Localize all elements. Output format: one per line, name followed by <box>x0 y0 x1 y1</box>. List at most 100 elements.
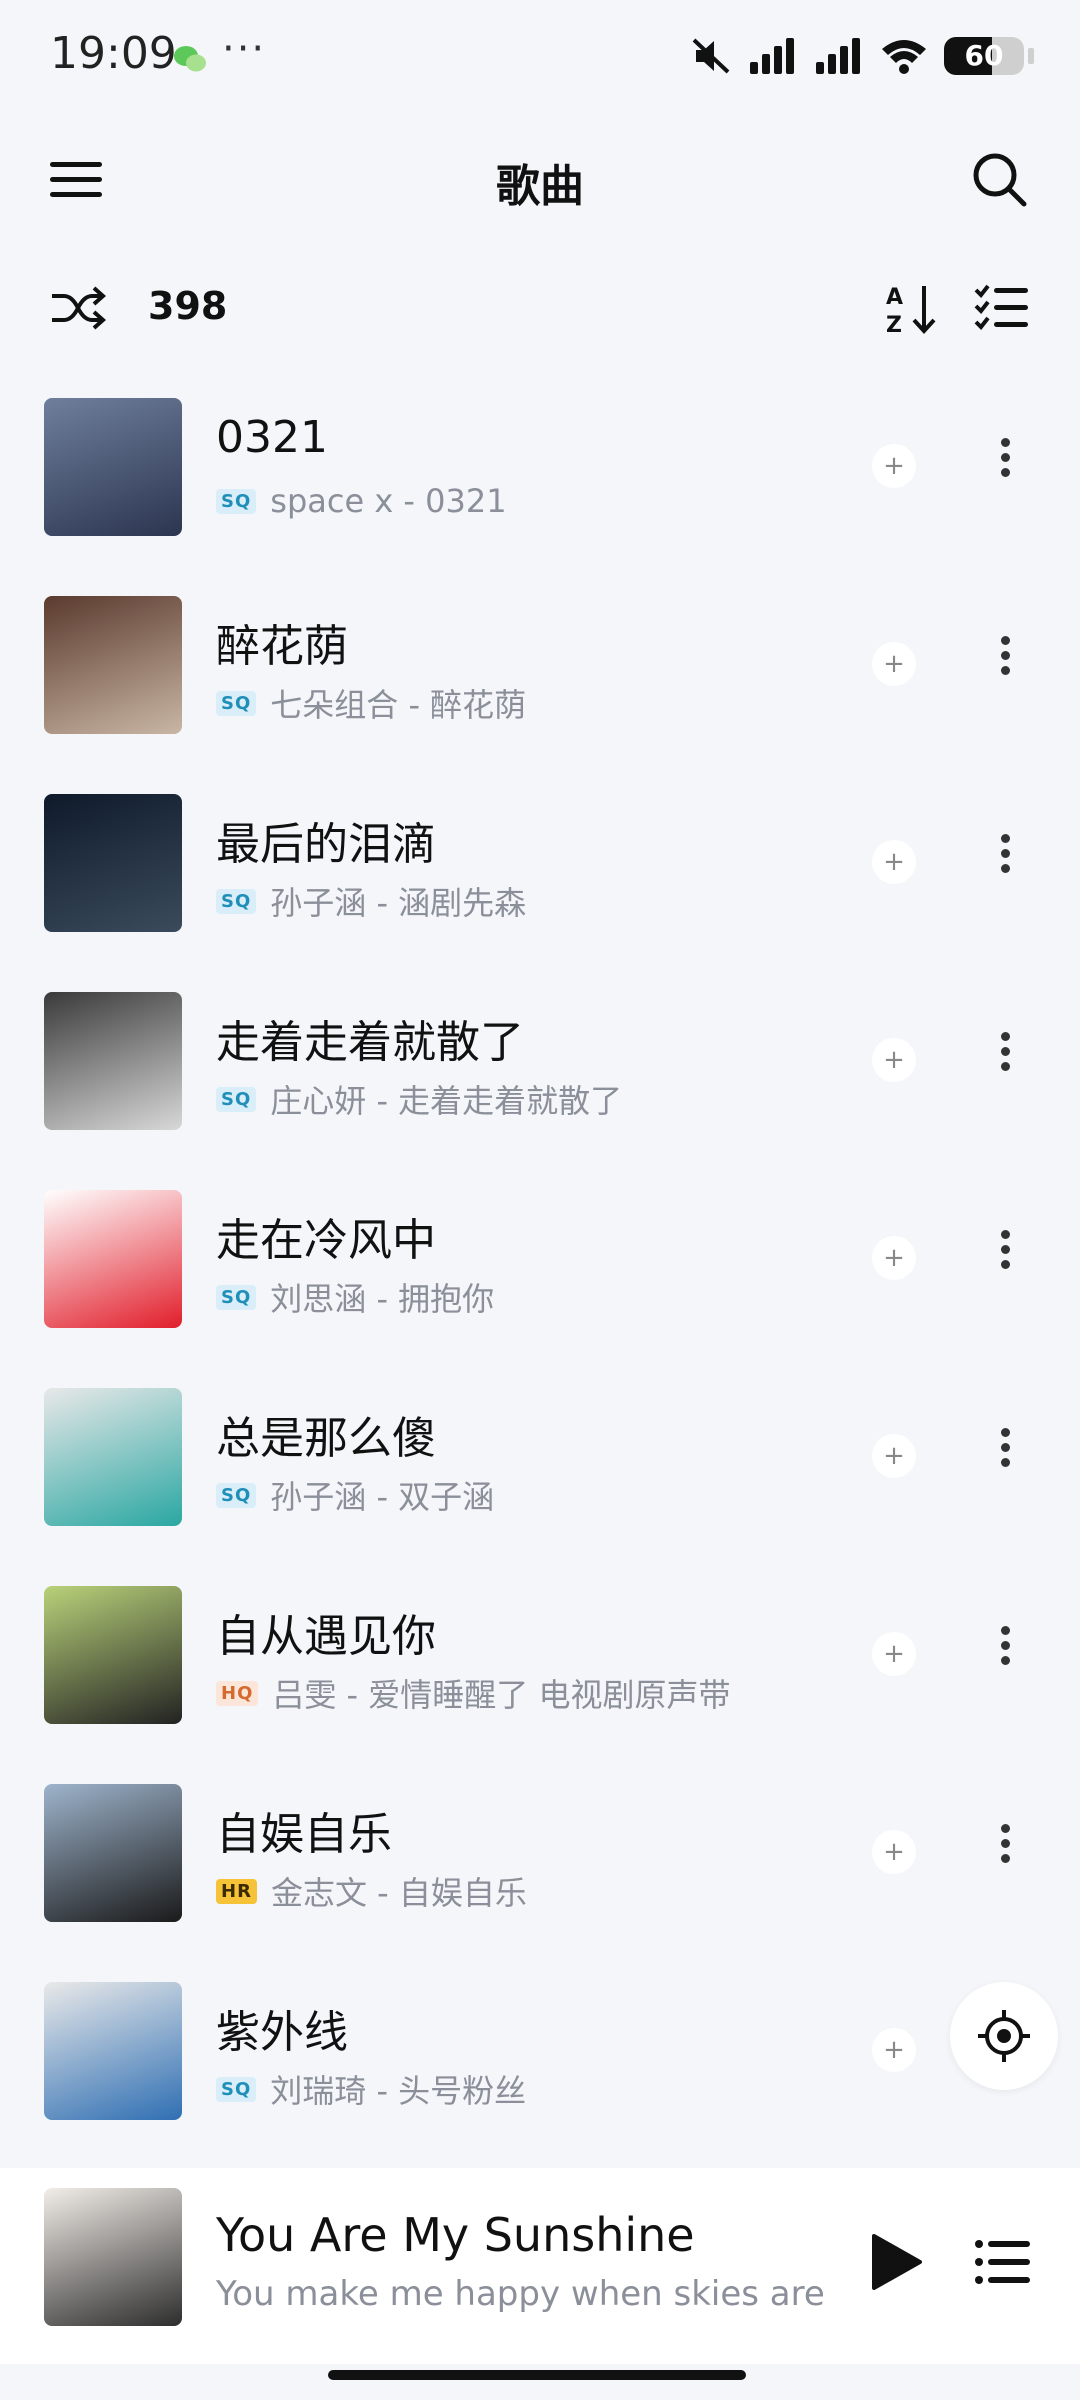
add-to-playlist-button[interactable]: + <box>872 2028 916 2072</box>
song-row[interactable]: 自从遇见你 HQ 吕雯 - 爱情睡醒了 电视剧原声带 + <box>0 1586 1080 1784</box>
song-title: 紫外线 <box>216 2007 348 2058</box>
song-meta: SQ 七朵组合 - 醉花荫 <box>216 680 526 726</box>
song-meta: SQ 刘瑞琦 - 头号粉丝 <box>216 2066 526 2112</box>
quality-badge: SQ <box>216 2076 257 2102</box>
sort-az-icon[interactable]: A Z <box>884 280 940 336</box>
svg-text:Z: Z <box>886 313 902 336</box>
quality-badge: SQ <box>216 1284 257 1310</box>
song-title: 自从遇见你 <box>216 1611 436 1662</box>
svg-text:A: A <box>886 285 903 310</box>
quality-badge: SQ <box>216 1482 257 1508</box>
song-title: 0321 <box>216 412 328 463</box>
song-row[interactable]: 最后的泪滴 SQ 孙子涵 - 涵剧先森 + <box>0 794 1080 992</box>
more-options-icon[interactable] <box>990 1818 1020 1888</box>
shuffle-icon[interactable] <box>50 284 106 332</box>
mute-icon <box>692 38 730 74</box>
album-cover[interactable] <box>44 1388 182 1526</box>
home-indicator[interactable] <box>328 2370 746 2380</box>
song-title: 走在冷风中 <box>216 1215 436 1266</box>
song-artist-album: 刘思涵 - 拥抱你 <box>270 1280 495 1318</box>
song-row[interactable]: 醉花荫 SQ 七朵组合 - 醉花荫 + <box>0 596 1080 794</box>
play-icon[interactable] <box>868 2232 924 2292</box>
song-title: 走着走着就散了 <box>216 1017 524 1068</box>
now-playing-bar[interactable]: You Are My Sunshine You make me happy wh… <box>0 2168 1080 2364</box>
wechat-icon <box>174 46 206 72</box>
album-cover[interactable] <box>44 1586 182 1724</box>
album-cover[interactable] <box>44 1190 182 1328</box>
add-to-playlist-button[interactable]: + <box>872 642 916 686</box>
add-to-playlist-button[interactable]: + <box>872 1038 916 1082</box>
album-cover[interactable] <box>44 794 182 932</box>
song-row[interactable]: 紫外线 SQ 刘瑞琦 - 头号粉丝 + <box>0 1982 1080 2180</box>
quality-badge: SQ <box>216 1086 257 1112</box>
quality-badge: SQ <box>216 488 257 514</box>
more-options-icon[interactable] <box>990 828 1020 898</box>
song-artist-album: 孙子涵 - 涵剧先森 <box>270 884 527 922</box>
more-options-icon[interactable] <box>990 1026 1020 1096</box>
song-meta: SQ space x - 0321 <box>216 482 507 520</box>
list-toolbar: 398 A Z <box>0 270 1080 350</box>
song-count: 398 <box>148 284 228 328</box>
song-row[interactable]: 走着走着就散了 SQ 庄心妍 - 走着走着就散了 + <box>0 992 1080 1190</box>
more-options-icon[interactable] <box>990 630 1020 700</box>
song-artist-album: 金志文 - 自娱自乐 <box>270 1874 527 1912</box>
locate-current-song-button[interactable] <box>950 1982 1058 2090</box>
status-bar: 19:09 ··· 60 <box>0 0 1080 116</box>
song-title: 最后的泪滴 <box>216 819 436 870</box>
song-row[interactable]: 0321 SQ space x - 0321 + <box>0 398 1080 596</box>
song-artist-album: 吕雯 - 爱情睡醒了 电视剧原声带 <box>272 1676 731 1714</box>
status-icons: 60 <box>690 36 1034 76</box>
song-artist-album: 刘瑞琦 - 头号粉丝 <box>270 2072 527 2110</box>
song-meta: SQ 庄心妍 - 走着走着就散了 <box>216 1076 622 1122</box>
add-to-playlist-button[interactable]: + <box>872 1830 916 1874</box>
status-more-indicator: ··· <box>222 26 267 72</box>
song-title: 总是那么傻 <box>216 1413 436 1464</box>
now-playing-lyric: You make me happy when skies are <box>216 2274 825 2314</box>
now-playing-title: You Are My Sunshine <box>216 2208 695 2262</box>
add-to-playlist-button[interactable]: + <box>872 1434 916 1478</box>
add-to-playlist-button[interactable]: + <box>872 444 916 488</box>
song-meta: SQ 孙子涵 - 双子涵 <box>216 1472 494 1518</box>
quality-badge: HR <box>216 1878 257 1904</box>
album-cover[interactable] <box>44 596 182 734</box>
more-options-icon[interactable] <box>990 1422 1020 1492</box>
add-to-playlist-button[interactable]: + <box>872 1236 916 1280</box>
page-title: 歌曲 <box>496 161 584 212</box>
status-time: 19:09 <box>50 28 177 79</box>
signal-icon <box>750 38 794 74</box>
song-meta: HQ 吕雯 - 爱情睡醒了 电视剧原声带 <box>216 1670 730 1716</box>
signal-icon <box>816 38 860 74</box>
search-icon[interactable] <box>970 150 1030 210</box>
song-artist-album: 庄心妍 - 走着走着就散了 <box>270 1082 623 1120</box>
wifi-icon <box>882 40 926 74</box>
add-to-playlist-button[interactable]: + <box>872 840 916 884</box>
album-cover[interactable] <box>44 398 182 536</box>
battery-tip <box>1028 48 1034 64</box>
quality-badge: SQ <box>216 888 257 914</box>
album-cover[interactable] <box>44 1982 182 2120</box>
quality-badge: HQ <box>216 1680 259 1706</box>
song-artist-album: 七朵组合 - 醉花荫 <box>270 686 527 724</box>
album-cover[interactable] <box>44 1784 182 1922</box>
album-cover[interactable] <box>44 992 182 1130</box>
add-to-playlist-button[interactable]: + <box>872 1632 916 1676</box>
song-meta: HR 金志文 - 自娱自乐 <box>216 1868 527 1914</box>
quality-badge: SQ <box>216 690 257 716</box>
playlist-queue-icon[interactable] <box>974 2238 1030 2286</box>
more-options-icon[interactable] <box>990 1224 1020 1294</box>
more-options-icon[interactable] <box>990 432 1020 502</box>
song-artist-album: space x - 0321 <box>270 482 507 520</box>
song-row[interactable]: 自娱自乐 HR 金志文 - 自娱自乐 + <box>0 1784 1080 1982</box>
song-meta: SQ 刘思涵 - 拥抱你 <box>216 1274 494 1320</box>
song-row[interactable]: 走在冷风中 SQ 刘思涵 - 拥抱你 + <box>0 1190 1080 1388</box>
now-playing-cover[interactable] <box>44 2188 182 2326</box>
song-meta: SQ 孙子涵 - 涵剧先森 <box>216 878 526 924</box>
song-title: 醉花荫 <box>216 621 348 672</box>
song-artist-album: 孙子涵 - 双子涵 <box>270 1478 495 1516</box>
battery-icon: 60 <box>944 37 1024 75</box>
song-row[interactable]: 总是那么傻 SQ 孙子涵 - 双子涵 + <box>0 1388 1080 1586</box>
locate-crosshair-icon <box>978 2010 1030 2062</box>
app-header: 歌曲 <box>0 130 1080 230</box>
multi-select-icon[interactable] <box>974 284 1030 332</box>
more-options-icon[interactable] <box>990 1620 1020 1690</box>
